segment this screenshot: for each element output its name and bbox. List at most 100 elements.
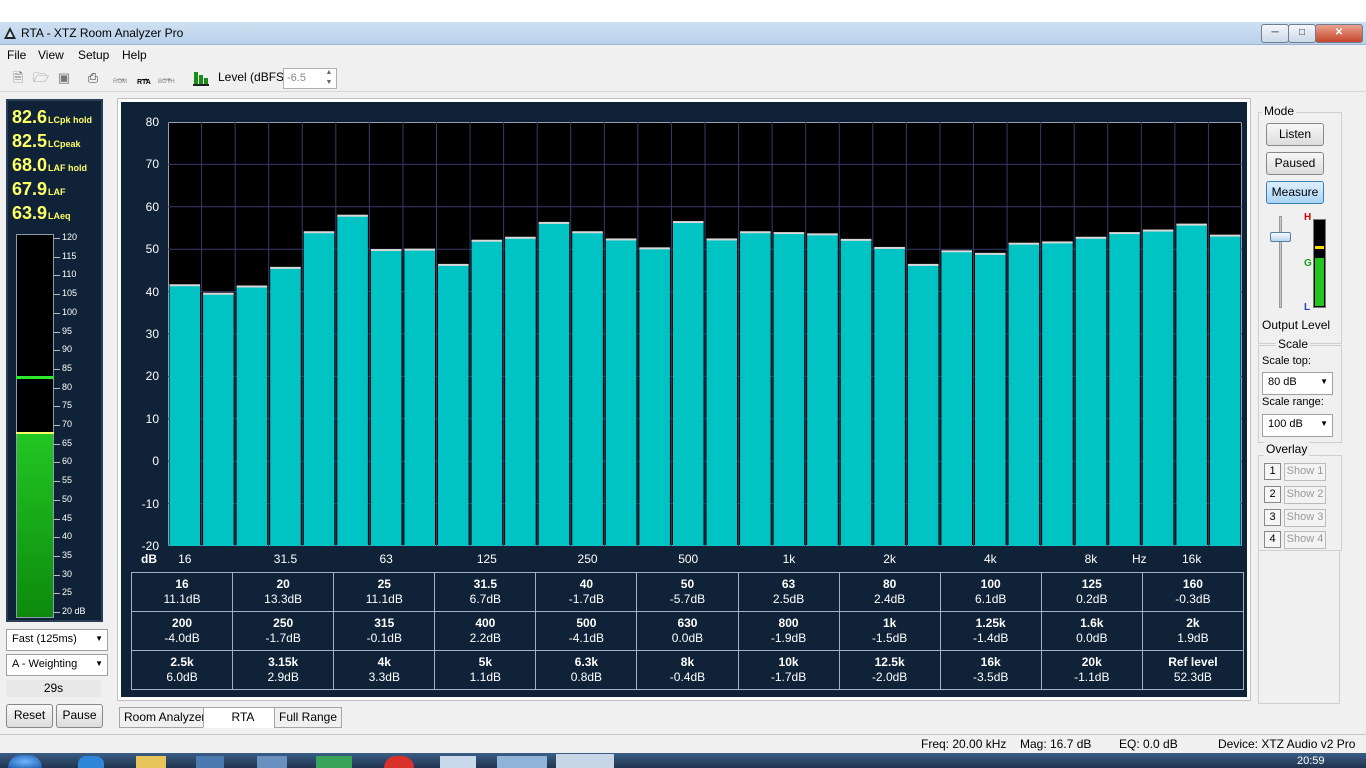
band-value: -0.4dB — [669, 670, 706, 684]
scale-range-select[interactable]: 100 dB ▼ — [1262, 414, 1333, 437]
y-tick-label: -10 — [141, 496, 159, 511]
band-cell: 1k -1.5dB — [838, 611, 941, 651]
meter-tick-line — [54, 256, 60, 258]
rta-bar-2.5k — [907, 264, 939, 546]
spin-down-icon[interactable]: ▼ — [322, 79, 336, 88]
show-2-button[interactable]: Show 2 — [1284, 486, 1326, 504]
listen-button[interactable]: Listen — [1266, 123, 1324, 146]
y-tick-label: 80 — [145, 115, 159, 129]
print-icon[interactable]: ⎙ — [84, 69, 102, 87]
app-taskbar-icon[interactable] — [196, 756, 224, 768]
taskbar-clock: 20:59 — [1297, 755, 1325, 767]
menu-file[interactable]: File — [7, 48, 26, 62]
show-3-button[interactable]: Show 3 — [1284, 509, 1326, 527]
meter-tick-label: 100 — [62, 306, 78, 317]
y-tick-label: 60 — [145, 199, 159, 214]
spin-up-icon[interactable]: ▲ — [322, 69, 336, 78]
overlay-4-button[interactable]: 4 — [1264, 531, 1281, 548]
ie-taskbar-icon[interactable] — [78, 756, 104, 768]
band-value: 11.1dB — [365, 592, 403, 606]
meter-tick-label: 25 — [62, 587, 73, 598]
rta-bar-peak-20k — [1209, 234, 1241, 237]
show-1-button[interactable]: Show 1 — [1284, 463, 1326, 481]
output-level-meter-fill — [1315, 258, 1324, 306]
pause-button[interactable]: Pause — [56, 704, 103, 728]
menu-view[interactable]: View — [38, 48, 64, 62]
reset-button[interactable]: Reset — [6, 704, 53, 728]
output-level-meter — [1313, 219, 1326, 308]
rta-bar-1.25k — [807, 234, 838, 546]
overlay-3-button[interactable]: 3 — [1264, 509, 1281, 526]
weighting-select[interactable]: A - Weighting ▼ — [6, 654, 108, 676]
status-freq: Freq: 20.00 kHz — [921, 737, 1007, 751]
band-cell: 2.5k 6.0dB — [130, 650, 234, 690]
meter-tick-label: 85 — [62, 362, 73, 373]
band-frequency: 20k — [1081, 655, 1102, 669]
band-values-table: 16 11.1dB 20 13.3dB 25 11.1dB 31.5 6.7dB 40 -1.7d… — [130, 572, 1245, 690]
meter-tick-label: 65 — [62, 437, 73, 448]
band-value: -1.5dB — [871, 631, 908, 645]
right-panel-spacer — [1258, 550, 1340, 704]
paused-button[interactable]: Paused — [1266, 152, 1324, 175]
rta-bar-peak-800 — [740, 231, 771, 234]
open-folder-icon[interactable]: 🗁 — [32, 69, 50, 87]
meter-tick-line — [54, 555, 60, 557]
app-taskbar-icon-4[interactable] — [440, 756, 476, 768]
output-level-slider-thumb[interactable] — [1270, 232, 1291, 242]
save-icon[interactable]: ▣ — [55, 69, 73, 87]
tab-room-analyzer[interactable]: Room Analyzer — [119, 707, 211, 728]
band-cell: 3.15k 2.9dB — [232, 650, 335, 690]
start-button[interactable] — [8, 755, 42, 768]
app-taskbar-icon-2[interactable] — [257, 756, 287, 768]
rta-bar-25 — [236, 286, 268, 546]
meter-tick-label: 95 — [62, 325, 73, 336]
explorer-taskbar-icon[interactable] — [136, 756, 166, 768]
tab-full-range[interactable]: Full Range — [274, 707, 343, 728]
band-cell: 16k -3.5dB — [939, 650, 1042, 690]
overlay-1-button[interactable]: 1 — [1264, 463, 1281, 480]
rta-bar-peak-40 — [303, 231, 335, 234]
rta-plot[interactable] — [168, 122, 1242, 546]
speed-select[interactable]: Fast (125ms) ▼ — [6, 629, 108, 651]
measure-button[interactable]: Measure — [1266, 181, 1324, 204]
maximize-button[interactable]: □ — [1288, 24, 1316, 43]
menu-help[interactable]: Help — [122, 48, 147, 62]
scale-top-select[interactable]: 80 dB ▼ — [1262, 372, 1333, 395]
y-tick-label: 30 — [145, 327, 159, 341]
rta-taskbar-icon[interactable] — [556, 754, 614, 768]
rta-bar-50 — [337, 215, 368, 546]
show-4-button[interactable]: Show 4 — [1284, 531, 1326, 549]
output-level-slider-track[interactable] — [1279, 216, 1282, 308]
rta-bar-20 — [203, 293, 234, 546]
rta-bar-1.6k — [840, 239, 872, 546]
overlay-2-button[interactable]: 2 — [1264, 486, 1281, 503]
close-button[interactable]: ✕ — [1315, 24, 1363, 43]
band-frequency: 80 — [882, 577, 897, 591]
band-frequency: 20 — [276, 577, 290, 591]
room-mode-label: ROM — [113, 79, 127, 85]
meter-tick-line — [54, 368, 60, 370]
band-cell: 125 0.2dB — [1040, 572, 1143, 612]
rta-bar-125 — [471, 240, 503, 546]
output-level-label: Output Level — [1262, 318, 1331, 332]
band-frequency: 50 — [680, 577, 695, 591]
app-taskbar-icon-3[interactable] — [316, 756, 352, 768]
chrome-taskbar-icon[interactable] — [384, 756, 414, 768]
level-spinner[interactable]: -6.5 ▲ ▼ — [283, 68, 337, 89]
new-file-icon[interactable]: 🗎 — [9, 69, 27, 87]
x-tick-label: 1k — [782, 552, 796, 566]
band-cell: 250 -1.7dB — [232, 611, 335, 651]
y-tick-label: 50 — [145, 242, 159, 257]
rta-bar-400 — [639, 248, 670, 546]
tab-rta[interactable]: RTA — [203, 707, 283, 728]
meter-tick-line — [54, 593, 60, 595]
band-frequency: 630 — [677, 616, 698, 630]
menu-setup[interactable]: Setup — [78, 48, 109, 62]
rta-bar-peak-1.25k — [807, 233, 838, 236]
band-frequency: 315 — [374, 616, 395, 630]
app-taskbar-icon-5[interactable] — [497, 756, 547, 768]
rta-bar-peak-315 — [605, 238, 637, 241]
minimize-button[interactable]: ─ — [1261, 24, 1289, 43]
rta-bar-6.3k — [1042, 242, 1073, 546]
rta-bar-16 — [169, 285, 201, 546]
